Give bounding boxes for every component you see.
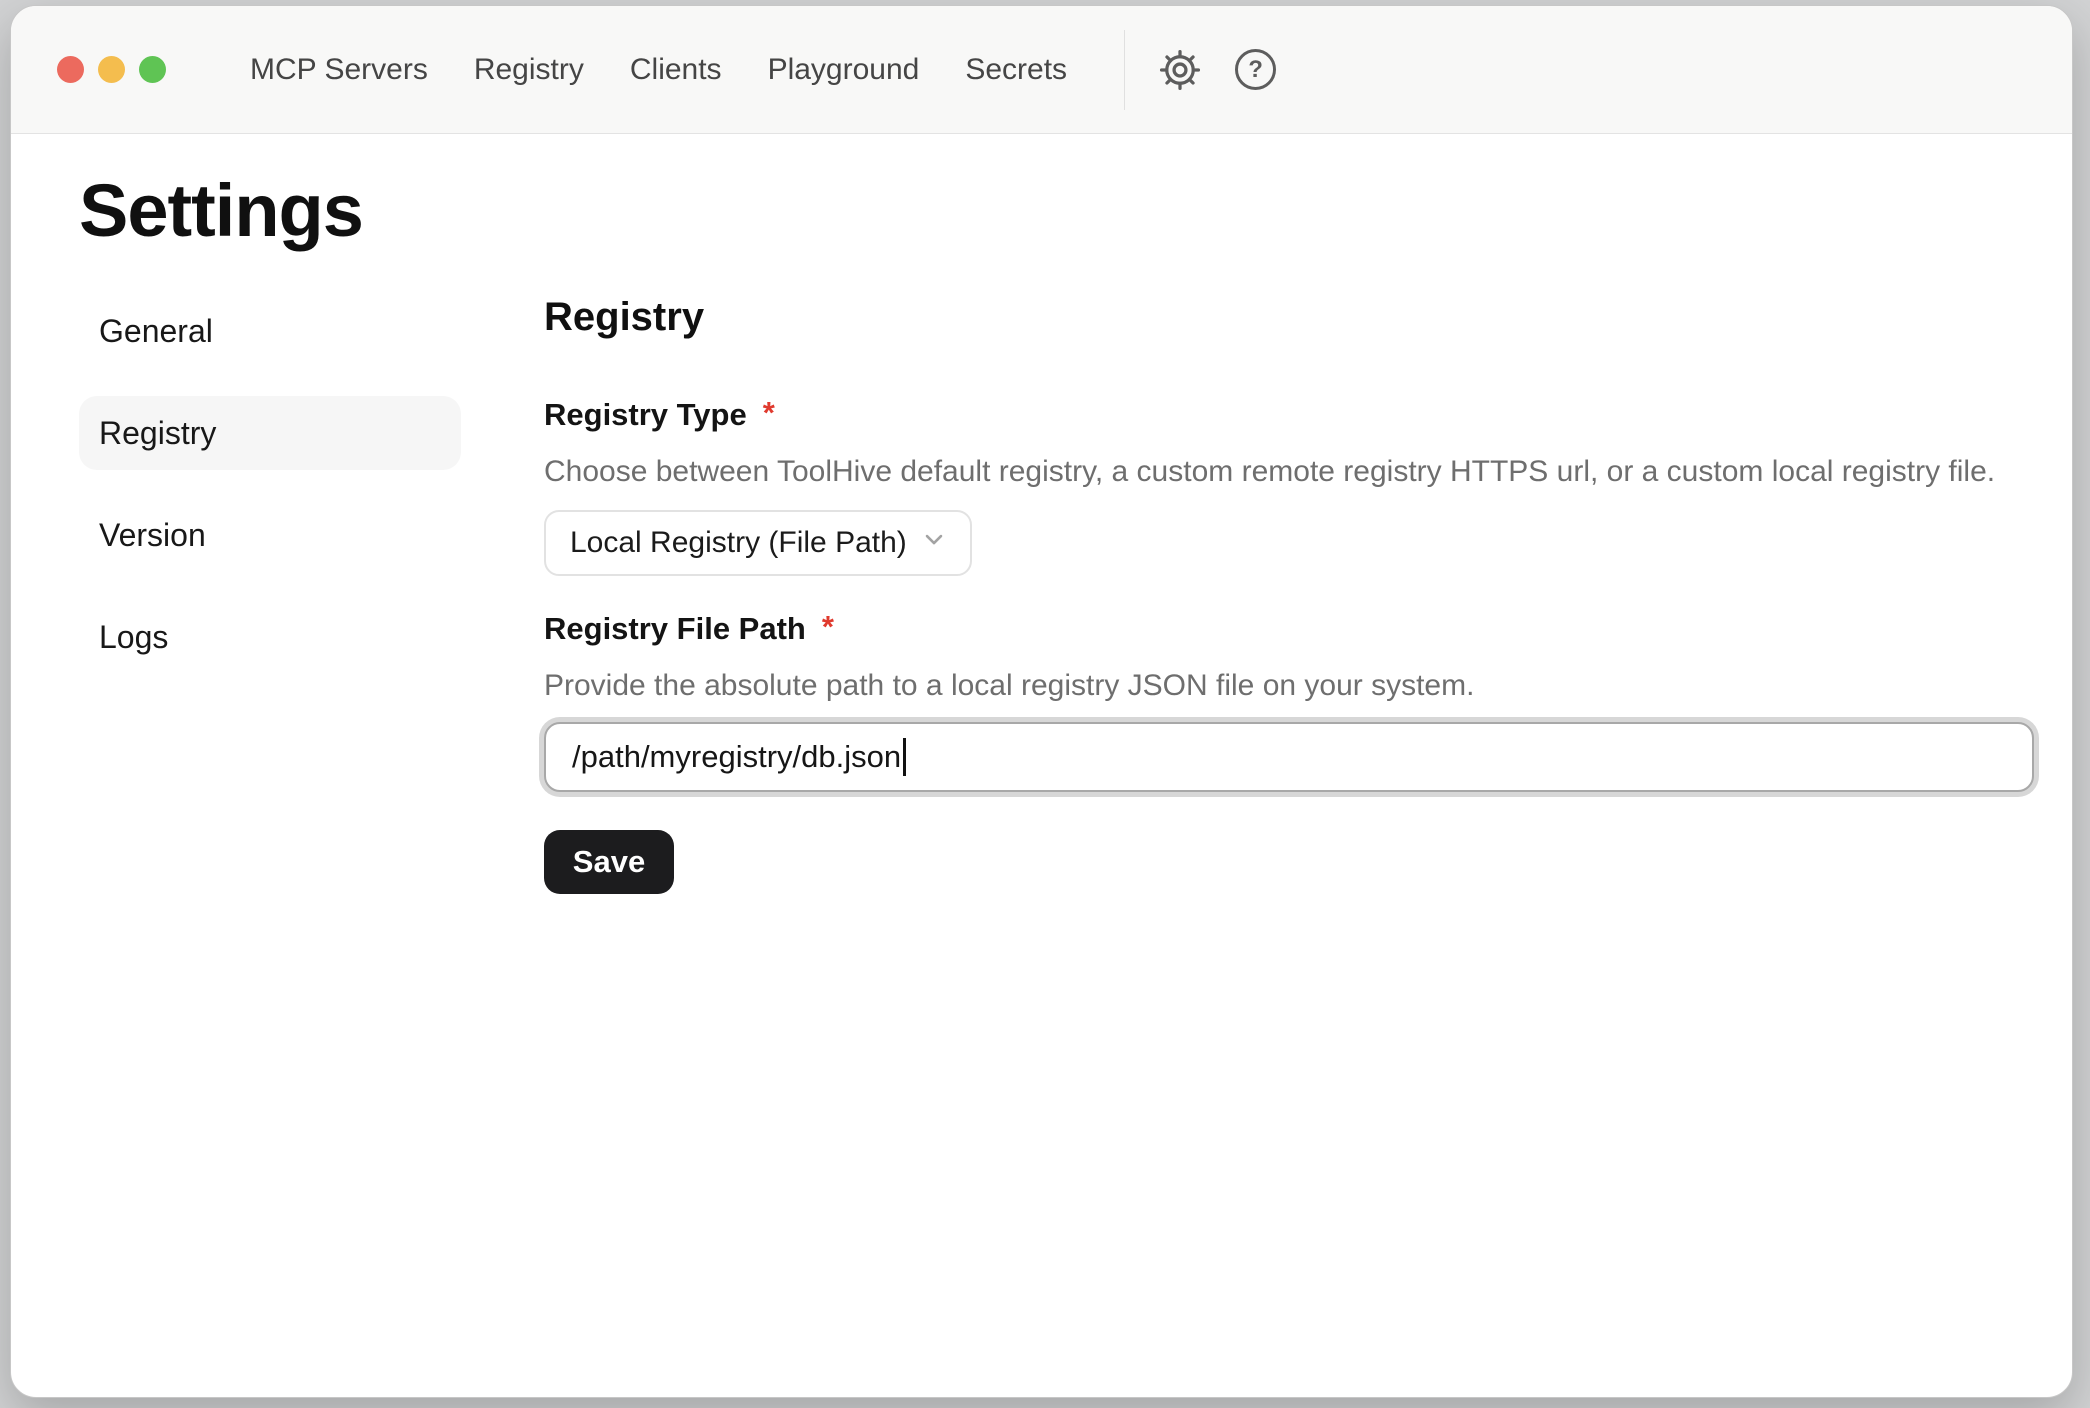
nav-playground[interactable]: Playground — [768, 52, 920, 88]
nav-secrets[interactable]: Secrets — [965, 52, 1067, 88]
registry-file-path-field: Registry File Path * Provide the absolut… — [544, 610, 2038, 792]
nav-registry[interactable]: Registry — [474, 52, 584, 88]
save-button[interactable]: Save — [544, 830, 674, 894]
registry-file-path-input[interactable]: /path/myregistry/db.json — [544, 722, 2034, 792]
app-window: MCP Servers Registry Clients Playground … — [10, 5, 2073, 1398]
registry-type-select-value: Local Registry (File Path) — [570, 526, 908, 560]
nav-mcp-servers[interactable]: MCP Servers — [250, 52, 428, 88]
settings-sidebar: General Registry Version Logs — [79, 294, 461, 702]
main-nav: MCP Servers Registry Clients Playground … — [250, 52, 1067, 88]
sidebar-item-version[interactable]: Version — [79, 498, 461, 572]
registry-type-field: Registry Type * Choose between ToolHive … — [544, 396, 2038, 576]
sidebar-item-registry[interactable]: Registry — [79, 396, 461, 470]
text-cursor — [903, 738, 906, 776]
registry-file-path-value: /path/myregistry/db.json — [572, 739, 901, 775]
close-button[interactable] — [57, 56, 84, 83]
help-icon: ? — [1235, 49, 1276, 90]
registry-settings-panel: Registry Registry Type * Choose between … — [544, 294, 2038, 894]
titlebar: MCP Servers Registry Clients Playground … — [11, 6, 2072, 134]
chevron-down-icon — [908, 525, 948, 561]
nav-clients[interactable]: Clients — [630, 52, 722, 88]
sidebar-item-general[interactable]: General — [79, 294, 461, 368]
registry-file-path-description: Provide the absolute path to a local reg… — [544, 666, 2038, 706]
required-asterisk: * — [822, 608, 834, 646]
registry-file-path-label: Registry File Path — [544, 610, 806, 648]
nav-divider — [1124, 30, 1125, 110]
registry-type-select[interactable]: Local Registry (File Path) — [544, 510, 972, 576]
registry-type-description: Choose between ToolHive default registry… — [544, 452, 2038, 492]
page-title: Settings — [79, 168, 2072, 253]
gear-icon — [1157, 47, 1203, 93]
minimize-button[interactable] — [98, 56, 125, 83]
registry-type-label: Registry Type — [544, 396, 747, 434]
settings-button[interactable] — [1157, 47, 1203, 93]
zoom-button[interactable] — [139, 56, 166, 83]
sidebar-item-logs[interactable]: Logs — [79, 600, 461, 674]
settings-page: Settings General Registry Version Logs R… — [11, 168, 2072, 894]
help-button[interactable]: ? — [1235, 49, 1276, 90]
required-asterisk: * — [763, 394, 775, 432]
section-title: Registry — [544, 294, 2038, 340]
window-controls — [57, 56, 166, 83]
